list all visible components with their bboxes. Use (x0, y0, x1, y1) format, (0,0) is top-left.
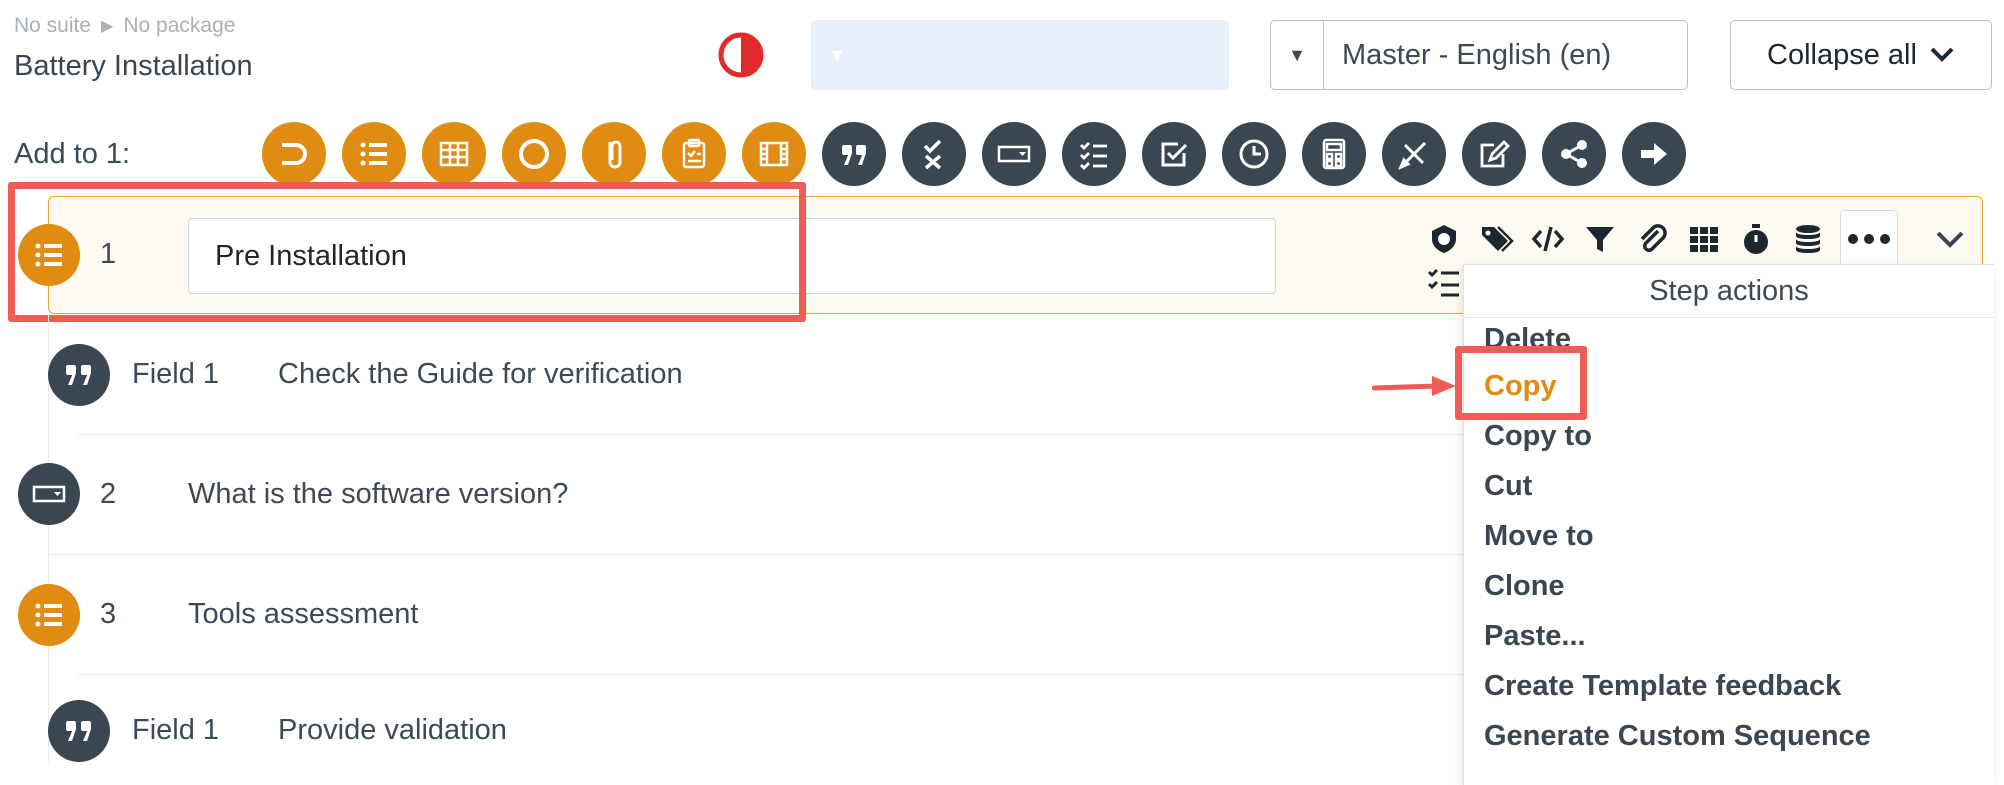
step-text[interactable]: What is the software version? (188, 478, 568, 511)
menu-item-paste[interactable]: Paste... (1484, 620, 1586, 653)
check-cross-icon[interactable] (902, 122, 966, 186)
breadcrumb: No suite ▶ No package (14, 14, 235, 38)
breadcrumb-separator-icon: ▶ (101, 18, 114, 35)
numbered-list-icon[interactable] (18, 584, 80, 646)
language-select[interactable]: ▼ Master - English (en) (1270, 20, 1688, 90)
breadcrumb-suite[interactable]: No suite (14, 14, 91, 38)
menu-item-copy-to[interactable]: Copy to (1484, 420, 1592, 453)
menu-item-create-template-feedback[interactable]: Create Template feedback (1484, 670, 1841, 703)
calculator-icon[interactable] (1302, 122, 1366, 186)
grid-icon[interactable] (1684, 219, 1724, 259)
step-number: 3 (100, 598, 117, 630)
film-icon[interactable] (742, 122, 806, 186)
filter-field[interactable] (811, 20, 1229, 90)
dropdown-field-icon[interactable] (982, 122, 1046, 186)
field-text[interactable]: Provide validation (278, 714, 507, 747)
loop-icon[interactable] (582, 122, 646, 186)
checkbox-icon[interactable] (1142, 122, 1206, 186)
breadcrumb-package[interactable]: No package (123, 14, 235, 38)
annotation-highlight-step (8, 182, 806, 322)
more-actions-button[interactable] (1840, 210, 1898, 268)
collapse-all-button[interactable]: Collapse all (1730, 20, 1992, 90)
clock-icon[interactable] (1222, 122, 1286, 186)
contrast-icon[interactable] (716, 30, 766, 80)
database-icon[interactable] (1788, 219, 1828, 259)
step-text[interactable]: Tools assessment (188, 598, 419, 631)
chevron-down-icon (1930, 47, 1954, 62)
menu-item-generate-custom-sequence[interactable]: Generate Custom Sequence (1484, 720, 1871, 753)
ellipsis-icon (1848, 234, 1890, 244)
step-actions-header: Step actions (1464, 265, 1994, 318)
collapse-all-label: Collapse all (1767, 38, 1917, 71)
tags-icon[interactable] (1476, 219, 1516, 259)
checklist-icon[interactable] (1426, 264, 1462, 300)
field-label: Field 1 (132, 714, 220, 746)
filter-caret-icon[interactable]: ▼ (811, 20, 863, 90)
stopwatch-icon[interactable] (1736, 219, 1776, 259)
quote-icon[interactable] (48, 344, 110, 406)
add-to-label: Add to 1: (14, 138, 131, 170)
dropdown-field-icon[interactable] (18, 463, 80, 525)
language-caret-icon[interactable]: ▼ (1271, 21, 1324, 89)
chevron-down-icon[interactable] (1930, 219, 1970, 259)
share-icon[interactable] (1542, 122, 1606, 186)
shield-icon[interactable] (1424, 219, 1464, 259)
numbered-list-icon[interactable] (342, 122, 406, 186)
quote-icon[interactable] (822, 122, 886, 186)
checklist-icon[interactable] (1062, 122, 1126, 186)
clipboard-icon[interactable] (662, 122, 726, 186)
annotation-arrow-icon (1372, 376, 1456, 396)
signature-icon[interactable] (1462, 122, 1526, 186)
field-text[interactable]: Check the Guide for verification (278, 358, 683, 391)
step-number: 2 (100, 478, 117, 510)
quote-icon[interactable] (48, 700, 110, 762)
page-title: Battery Installation (14, 50, 253, 82)
field-label: Field 1 (132, 358, 220, 390)
ruler-pencil-icon[interactable] (1382, 122, 1446, 186)
step-tools (1424, 210, 1970, 268)
menu-item-clone[interactable]: Clone (1484, 570, 1565, 603)
table-icon[interactable] (422, 122, 486, 186)
arrow-right-icon[interactable] (1622, 122, 1686, 186)
code-icon[interactable] (1528, 219, 1568, 259)
partial-circle-icon[interactable] (262, 122, 326, 186)
menu-item-move-to[interactable]: Move to (1484, 520, 1594, 553)
attachment-icon[interactable] (1632, 219, 1672, 259)
step-actions-menu: Step actions Delete Copy Copy to Cut Mov… (1463, 264, 1994, 785)
menu-item-cut[interactable]: Cut (1484, 470, 1532, 503)
filter-icon[interactable] (1580, 219, 1620, 259)
annotation-highlight-copy (1455, 346, 1587, 420)
language-select-value: Master - English (en) (1342, 38, 1612, 71)
circle-icon[interactable] (502, 122, 566, 186)
